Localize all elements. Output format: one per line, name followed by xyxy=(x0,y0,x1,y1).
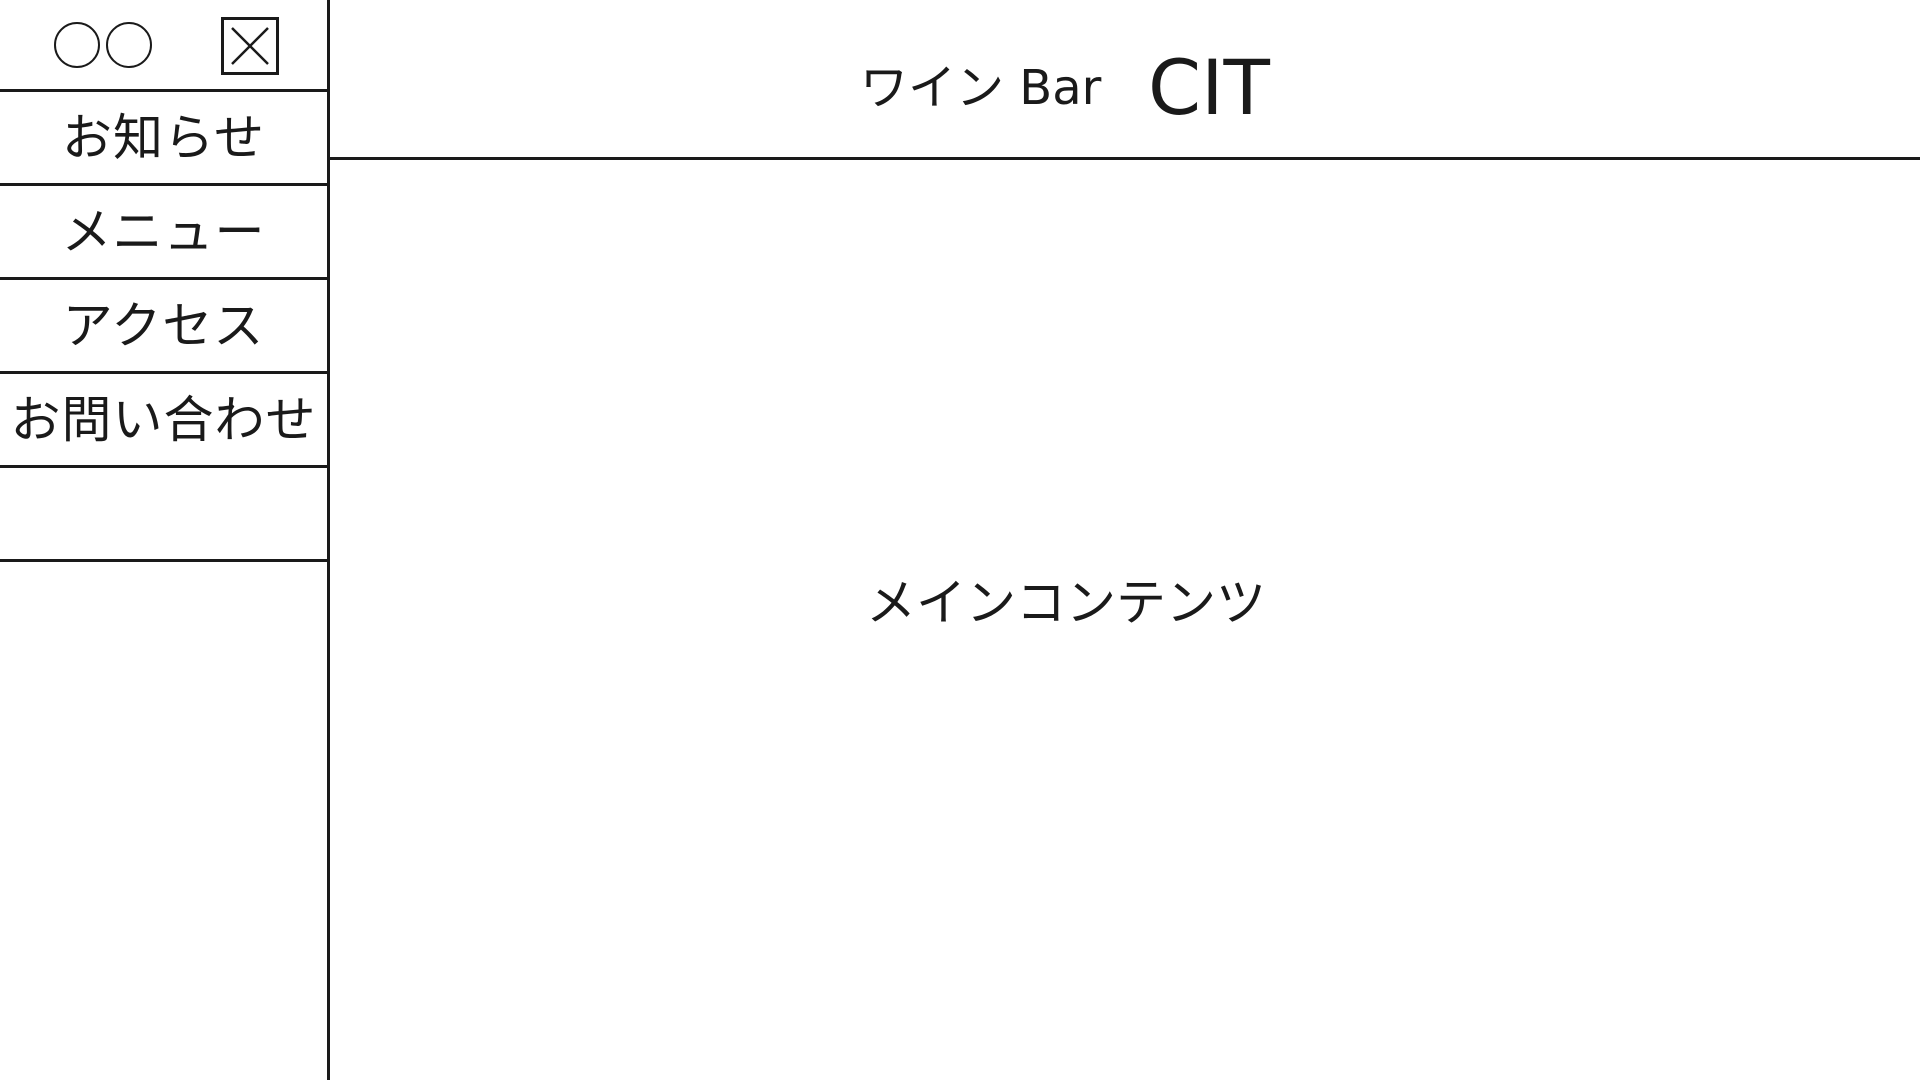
close-icon xyxy=(231,27,269,65)
sidebar-item-menu[interactable]: メニュー xyxy=(0,186,327,280)
sidebar-item-label: メニュー xyxy=(61,202,266,261)
sidebar-item-empty xyxy=(0,468,327,562)
sidebar-item-label: お問い合わせ xyxy=(10,390,317,449)
circle-icon xyxy=(54,22,100,68)
circle-icon xyxy=(106,22,152,68)
sidebar-item-news[interactable]: お知らせ xyxy=(0,92,327,186)
sidebar-top-bar xyxy=(0,0,327,92)
main-content-label: メインコンテンツ xyxy=(866,574,1266,632)
sidebar-item-label: お知らせ xyxy=(62,108,265,167)
close-button[interactable] xyxy=(221,17,279,75)
site-brand: CIT xyxy=(1148,43,1270,132)
header: ワイン Bar CIT xyxy=(330,0,1920,160)
sidebar-item-label: アクセス xyxy=(62,296,265,355)
sidebar: お知らせ メニュー アクセス お問い合わせ xyxy=(0,0,330,1080)
sidebar-item-contact[interactable]: お問い合わせ xyxy=(0,374,327,468)
site-title: ワイン Bar xyxy=(860,60,1102,116)
main-content-area: メインコンテンツ xyxy=(333,160,1920,1080)
sidebar-item-access[interactable]: アクセス xyxy=(0,280,327,374)
